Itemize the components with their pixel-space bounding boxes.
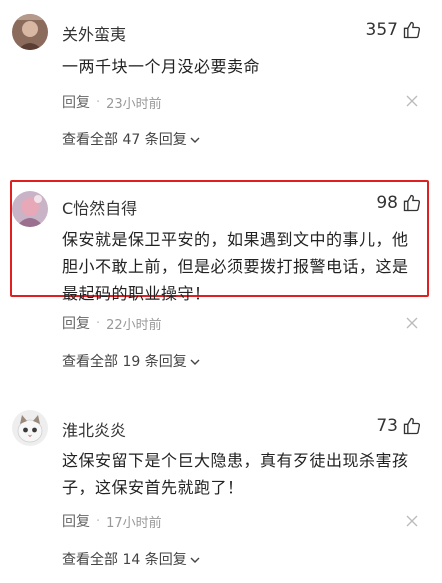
comment-text: 这保安留下是个巨大隐患，真有歹徒出现杀害孩子，这保安首先就跑了！ xyxy=(62,451,409,497)
timestamp: 22小时前 xyxy=(106,317,162,333)
thumbs-up-icon xyxy=(403,417,421,435)
username[interactable]: C怡然自得 xyxy=(62,195,137,219)
avatar[interactable] xyxy=(12,191,48,227)
avatar[interactable] xyxy=(12,14,48,50)
like-button[interactable]: 98 xyxy=(376,193,422,213)
reply-button[interactable]: 回复 xyxy=(62,511,90,531)
like-count: 73 xyxy=(376,416,398,436)
comment-text: 保安就是保卫平安的，如果遇到文中的事儿，他胆小不敢上前，但是必须要拨打报警电话，… xyxy=(62,230,409,303)
like-button[interactable]: 73 xyxy=(376,416,422,436)
view-all-replies-label: 查看全部 47 条回复 xyxy=(62,132,187,148)
chevron-down-icon xyxy=(190,557,200,563)
comment-meta: 回复 · 22小时前 xyxy=(62,313,162,333)
view-all-replies-label: 查看全部 14 条回复 xyxy=(62,552,187,568)
view-all-replies-link[interactable]: 查看全部 14 条回复 xyxy=(62,549,200,569)
comment-text: 一两千块一个月没必要卖命 xyxy=(62,57,261,76)
timestamp: 23小时前 xyxy=(106,96,162,112)
comment-meta: 回复 · 23小时前 xyxy=(62,92,162,112)
reply-button[interactable]: 回复 xyxy=(62,92,90,112)
view-all-replies-link[interactable]: 查看全部 19 条回复 xyxy=(62,351,200,371)
comment-item: C怡然自得 98 保安就是保卫平安的，如果遇到文中的事儿，他胆小不敢上前，但是必… xyxy=(0,180,442,380)
thumbs-up-icon xyxy=(403,21,421,39)
separator-dot: · xyxy=(96,94,101,110)
view-all-replies-label: 查看全部 19 条回复 xyxy=(62,354,187,370)
like-count: 98 xyxy=(376,193,398,213)
close-icon[interactable] xyxy=(406,317,418,329)
separator-dot: · xyxy=(96,513,101,529)
timestamp: 17小时前 xyxy=(106,515,162,531)
comment-item: 淮北炎炎 73 这保安留下是个巨大隐患，真有歹徒出现杀害孩子，这保安首先就跑了！… xyxy=(0,400,442,583)
comment-item: 关外蛮夷 357 一两千块一个月没必要卖命 回复 · 23小时前 查看全部 47… xyxy=(0,0,442,170)
thumbs-up-icon xyxy=(403,194,421,212)
username[interactable]: 淮北炎炎 xyxy=(62,417,126,441)
reply-button[interactable]: 回复 xyxy=(62,313,90,333)
avatar[interactable] xyxy=(12,410,48,446)
like-count: 357 xyxy=(365,20,398,40)
username[interactable]: 关外蛮夷 xyxy=(62,21,126,45)
separator-dot: · xyxy=(96,315,101,331)
chevron-down-icon xyxy=(190,137,200,143)
chevron-down-icon xyxy=(190,359,200,365)
close-icon[interactable] xyxy=(406,95,418,107)
comment-meta: 回复 · 17小时前 xyxy=(62,511,162,531)
view-all-replies-link[interactable]: 查看全部 47 条回复 xyxy=(62,129,200,149)
like-button[interactable]: 357 xyxy=(366,20,422,40)
close-icon[interactable] xyxy=(406,515,418,527)
